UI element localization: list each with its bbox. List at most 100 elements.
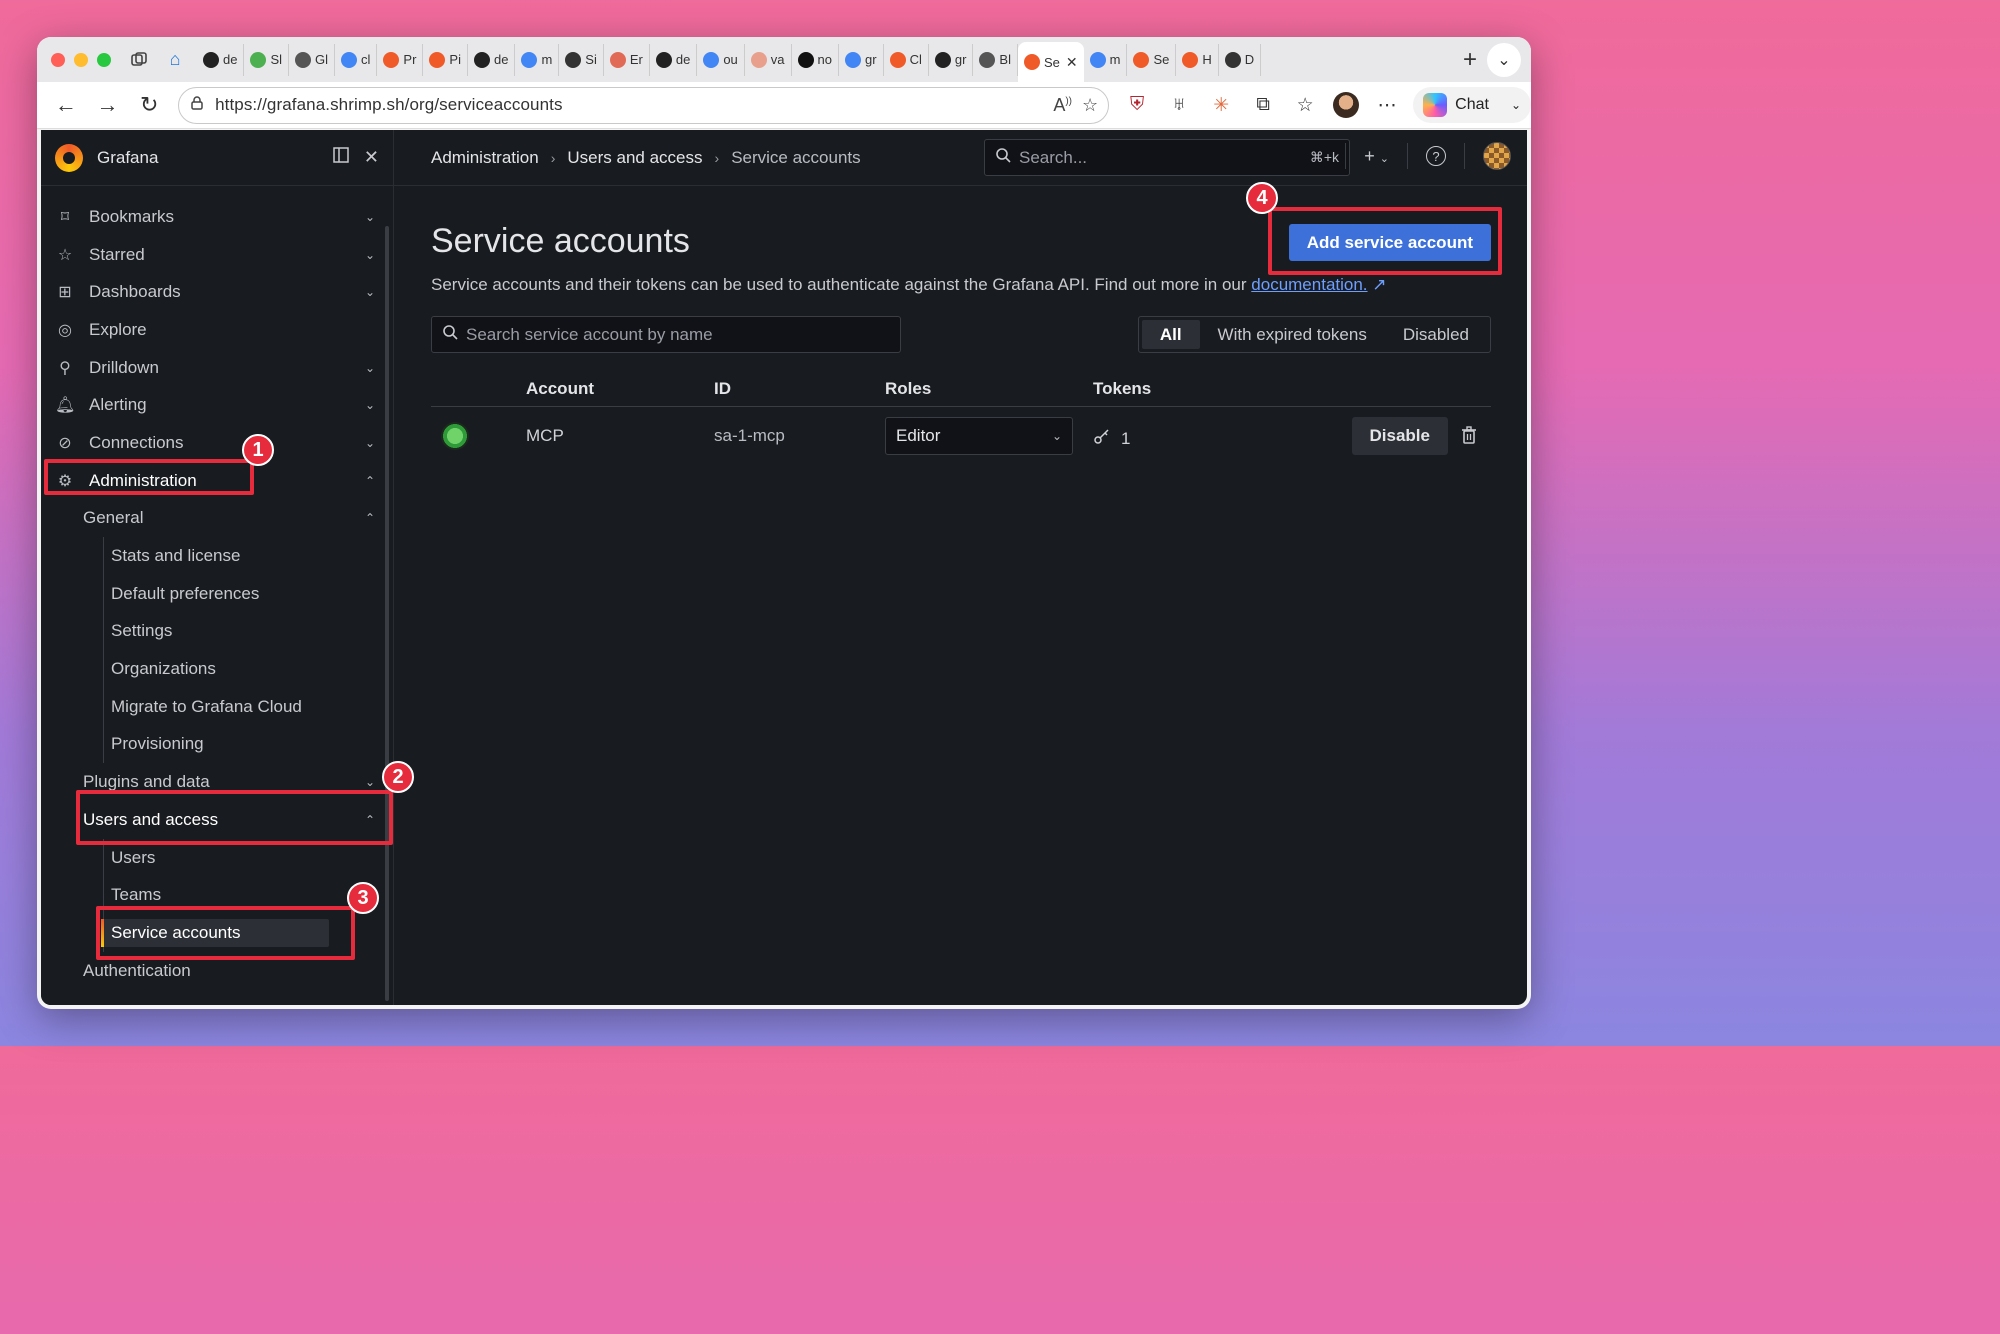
trash-icon[interactable] xyxy=(1461,426,1477,449)
reload-button[interactable]: ↻ xyxy=(128,87,170,123)
favorites-icon[interactable]: ☆ xyxy=(1291,91,1319,119)
browser-tab[interactable]: Bl xyxy=(973,43,1018,76)
external-link-icon[interactable]: ↗ xyxy=(1372,275,1386,294)
nav-item-service-accounts[interactable]: Service accounts xyxy=(41,914,381,952)
browser-tab[interactable]: cl xyxy=(335,43,378,76)
browser-tab[interactable]: de xyxy=(197,43,245,76)
browser-tab[interactable]: ou xyxy=(697,43,745,76)
nav-item-authentication[interactable]: Authentication xyxy=(41,952,381,990)
more-menu-icon[interactable]: ⋯ xyxy=(1373,91,1401,119)
browser-tab[interactable]: de xyxy=(650,43,698,76)
filter-disabled[interactable]: Disabled xyxy=(1385,320,1487,349)
nav-item-provisioning[interactable]: Provisioning xyxy=(41,726,381,764)
chevron-up-icon[interactable]: ⌃ xyxy=(365,474,375,488)
tab-active[interactable]: Se ✕ xyxy=(1017,42,1084,82)
chevron-down-icon[interactable]: ⌄ xyxy=(365,248,375,262)
browser-tab[interactable]: Se xyxy=(1127,43,1177,76)
chevron-down-icon[interactable]: ⌄ xyxy=(365,775,375,789)
nav-item-bookmarks[interactable]: ⌑ Bookmarks ⌄ xyxy=(41,198,381,236)
close-window-button[interactable] xyxy=(51,52,65,67)
browser-tab[interactable]: H xyxy=(1176,43,1219,76)
favorite-star-icon[interactable]: ☆ xyxy=(1082,95,1098,116)
back-button[interactable]: ← xyxy=(45,87,87,123)
shield-extension-icon[interactable]: ⛨ xyxy=(1123,91,1151,119)
documentation-link[interactable]: documentation. xyxy=(1251,275,1367,294)
help-icon[interactable]: ? xyxy=(1426,146,1446,166)
nav-item-default-preferences[interactable]: Default preferences xyxy=(41,575,381,613)
filter-all[interactable]: All xyxy=(1141,320,1200,349)
breadcrumb-users-and-access[interactable]: Users and access xyxy=(567,148,702,168)
nav-item-users[interactable]: Users xyxy=(41,839,381,877)
user-avatar[interactable] xyxy=(1483,142,1511,170)
role-select[interactable]: Editor ⌄ xyxy=(885,417,1073,455)
sidebar-scrollbar[interactable] xyxy=(385,226,389,1001)
close-tab-icon[interactable]: ✕ xyxy=(1066,54,1078,71)
browser-tab[interactable]: Er xyxy=(604,43,650,76)
read-aloud-icon[interactable]: A)) xyxy=(1053,95,1072,116)
breadcrumb-administration[interactable]: Administration xyxy=(431,148,539,168)
browser-tab[interactable]: gr xyxy=(929,43,974,76)
url-text[interactable]: https://grafana.shrimp.sh/org/serviceacc… xyxy=(215,95,1043,115)
chevron-up-icon[interactable]: ⌃ xyxy=(365,511,375,525)
browser-tab[interactable]: no xyxy=(792,43,839,76)
browser-tab[interactable]: Sl xyxy=(244,43,290,76)
browser-tab[interactable]: de xyxy=(468,43,516,76)
forward-button[interactable]: → xyxy=(87,87,129,123)
chevron-up-icon[interactable]: ⌃ xyxy=(365,813,375,827)
ufo-extension-icon[interactable]: ♅ xyxy=(1165,91,1193,119)
nav-item-drilldown[interactable]: ⚲ Drilldown ⌄ xyxy=(41,349,381,387)
nav-item-stats-and-license[interactable]: Stats and license xyxy=(41,537,381,575)
claude-extension-icon[interactable]: ✳ xyxy=(1207,91,1235,119)
nav-item-explore[interactable]: ◎ Explore xyxy=(41,311,381,349)
chevron-down-icon[interactable]: ⌄ xyxy=(365,285,375,299)
site-info-icon[interactable] xyxy=(189,95,205,116)
nav-item-plugins-and-data[interactable]: Plugins and data ⌄ xyxy=(41,763,381,801)
browser-tab[interactable]: D xyxy=(1219,43,1262,76)
browser-tab[interactable]: Cl xyxy=(884,43,929,76)
nav-item-users-and-access[interactable]: Users and access ⌃ xyxy=(41,801,381,839)
nav-item-administration[interactable]: ⚙ Administration ⌃ xyxy=(41,462,381,500)
nav-item-connections[interactable]: ⊘ Connections ⌄ xyxy=(41,424,381,462)
new-plus-icon[interactable]: + ⌄ xyxy=(1364,146,1389,167)
account-name[interactable]: MCP xyxy=(526,426,564,446)
browser-tab[interactable]: m xyxy=(515,43,560,76)
global-search-input[interactable]: Search... ⌘+k xyxy=(984,139,1350,176)
nav-item-alerting[interactable]: 🔔︎ Alerting ⌄ xyxy=(41,386,381,424)
dock-menu-icon[interactable] xyxy=(332,146,350,169)
grafana-logo-icon[interactable] xyxy=(55,143,83,172)
url-field[interactable]: https://grafana.shrimp.sh/org/serviceacc… xyxy=(178,86,1110,124)
browser-tab[interactable]: Pr xyxy=(377,43,424,76)
browser-tab[interactable]: Pi xyxy=(423,43,468,76)
browser-tab[interactable]: gr xyxy=(839,43,884,76)
browser-tab[interactable]: Gl xyxy=(289,43,336,76)
nav-item-teams[interactable]: Teams xyxy=(41,876,381,914)
maximize-window-button[interactable] xyxy=(97,52,111,67)
puzzle-extensions-icon[interactable]: ⧉ xyxy=(1249,91,1277,119)
copilot-chat-button[interactable]: Chat ⌄ xyxy=(1413,87,1531,123)
nav-item-starred[interactable]: ☆ Starred ⌄ xyxy=(41,236,381,274)
service-account-search-input[interactable]: Search service account by name xyxy=(431,316,901,353)
tab-list-chevron-icon[interactable]: ⌄ xyxy=(1487,42,1521,77)
minimize-window-button[interactable] xyxy=(74,52,88,67)
new-tab-button[interactable]: + xyxy=(1453,46,1487,74)
chevron-down-icon[interactable]: ⌄ xyxy=(365,361,375,375)
nav-item-general[interactable]: General ⌃ xyxy=(41,500,381,538)
chevron-down-icon[interactable]: ⌄ xyxy=(365,436,375,450)
nav-item-settings[interactable]: Settings xyxy=(41,613,381,651)
browser-tab[interactable]: va xyxy=(745,43,792,76)
disable-button[interactable]: Disable xyxy=(1351,417,1448,455)
nav-item-dashboards[interactable]: ⊞ Dashboards ⌄ xyxy=(41,273,381,311)
table-row[interactable]: MCP sa-1-mcp Editor ⌄ 1 Disable xyxy=(431,407,1491,467)
browser-tab[interactable]: m xyxy=(1084,43,1128,76)
chevron-down-icon[interactable]: ⌄ xyxy=(365,210,375,224)
profile-avatar[interactable] xyxy=(1333,92,1360,118)
browser-tab[interactable]: Si xyxy=(559,43,604,76)
nav-item-migrate-to-grafana-cloud[interactable]: Migrate to Grafana Cloud xyxy=(41,688,381,726)
add-service-account-button[interactable]: Add service account xyxy=(1288,224,1491,261)
pinned-tab-icon[interactable]: ⌂ xyxy=(161,46,189,74)
nav-item-organizations[interactable]: Organizations xyxy=(41,650,381,688)
chevron-down-icon[interactable]: ⌄ xyxy=(365,398,375,412)
close-menu-icon[interactable]: ✕ xyxy=(364,147,379,168)
filter-with-expired-tokens[interactable]: With expired tokens xyxy=(1200,320,1385,349)
workspaces-icon[interactable] xyxy=(125,46,153,74)
